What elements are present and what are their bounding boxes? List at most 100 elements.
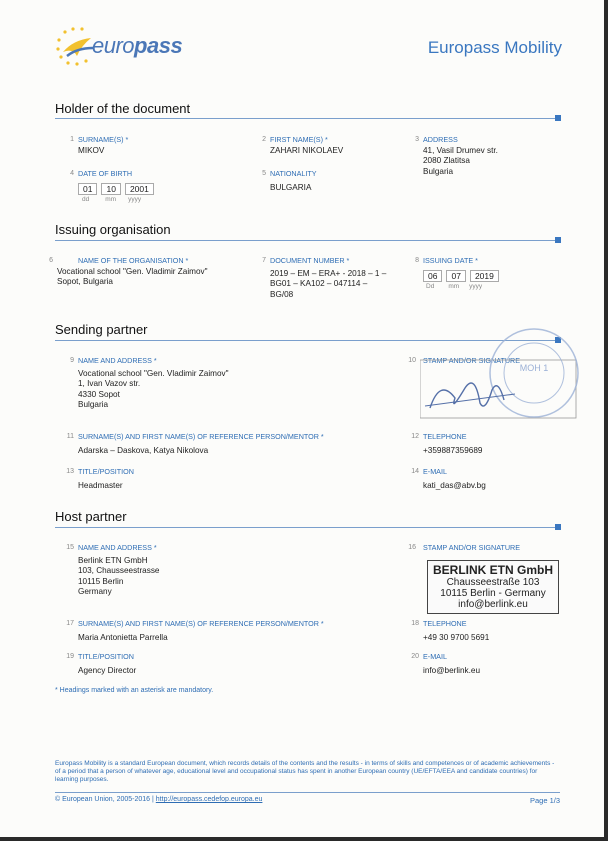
field-label: TELEPHONE (423, 619, 467, 628)
section-title-host: Host partner (55, 509, 127, 524)
footer-description: Europass Mobility is a standard European… (55, 760, 555, 783)
field-value: ZAHARI NIKOLAEV (270, 145, 344, 155)
field-label: DATE OF BIRTH (78, 169, 133, 178)
field-label: NAME AND ADDRESS * (78, 356, 157, 365)
field-number: 13 (66, 468, 74, 475)
section-title-issuing: Issuing organisation (55, 222, 171, 237)
date-caption: mm (105, 196, 117, 203)
field-value: info@berlink.eu (423, 665, 481, 675)
field-value: kati_das@abv.bg (423, 480, 486, 490)
field-label: SURNAME(S) AND FIRST NAME(S) OF REFERENC… (78, 619, 324, 628)
rule-marker (555, 115, 561, 121)
field-number: 3 (415, 136, 419, 143)
field-label: ISSUING DATE * (423, 256, 478, 265)
school-stamp-signature-icon: МОН 1 (420, 328, 579, 419)
mandatory-footnote: * Headings marked with an asterisk are m… (55, 687, 214, 694)
field-sending-name-address: 9 NAME AND ADDRESS * Vocational school "… (56, 356, 229, 411)
field-number: 1 (70, 136, 74, 143)
field-value: Vocational school "Gen. Vladimir Zaimov"… (57, 266, 208, 287)
field-number: 16 (408, 544, 416, 551)
field-label: TELEPHONE (423, 432, 467, 441)
field-value: Agency Director (78, 665, 137, 675)
stamp-city: 10115 Berlin - Germany (440, 588, 546, 599)
field-document-number: 7 DOCUMENT NUMBER * 2019 – EM – ERA+ - 2… (248, 256, 386, 300)
field-label: SURNAME(S) * (78, 135, 129, 144)
date-day: 06 (423, 269, 443, 282)
field-number: 18 (411, 620, 419, 627)
date-month: 10 (101, 182, 121, 195)
field-number: 14 (411, 468, 419, 475)
field-label: DOCUMENT NUMBER * (270, 256, 350, 265)
section-rule (55, 524, 561, 530)
footer-copyright: © European Union, 2005-2016 | http://eur… (55, 796, 262, 803)
field-first-name: 2 FIRST NAME(S) * ZAHARI NIKOLAEV (248, 135, 343, 156)
field-host-phone: 18 TELEPHONE +49 30 9700 5691 (401, 619, 489, 643)
field-nationality: 5 NATIONALITY BULGARIA (248, 169, 317, 193)
date-year: 2019 (469, 269, 499, 282)
section-rule (55, 237, 561, 243)
section-title-sending: Sending partner (55, 322, 148, 337)
field-sending-phone: 12 TELEPHONE +359887359689 (401, 432, 482, 456)
europass-link[interactable]: http://europass.cedefop.europa.eu (156, 796, 263, 803)
field-host-email: 20 E-MAIL info@berlink.eu (401, 652, 480, 676)
field-value: Adarska – Daskova, Katya Nikolova (78, 445, 209, 455)
field-label: E-MAIL (423, 467, 447, 476)
rule-marker (555, 237, 561, 243)
page-number: Page 1/3 (529, 796, 560, 805)
field-value: BULGARIA (270, 182, 312, 192)
field-sending-position: 13 TITLE/POSITION Headmaster (56, 467, 134, 491)
field-number: 17 (66, 620, 74, 627)
section-title-holder: Holder of the document (55, 101, 191, 116)
field-number: 7 (262, 257, 266, 264)
copyright-text: © European Union, 2005-2016 | (55, 796, 156, 803)
field-label: NAME OF THE ORGANISATION * (78, 256, 189, 265)
company-stamp: BERLINK ETN GmbH Chausseestraße 103 1011… (427, 560, 559, 614)
date-caption: dd (82, 196, 90, 203)
logo-wordmark: europass (92, 33, 183, 58)
date-caption: Dd (426, 283, 435, 290)
field-host-mentor: 17 SURNAME(S) AND FIRST NAME(S) OF REFER… (56, 619, 324, 643)
field-label: E-MAIL (423, 652, 447, 661)
field-number: 19 (66, 653, 74, 660)
field-value: 2019 – EM – ERA+ - 2018 – 1 – BG01 – KA1… (270, 268, 387, 299)
field-number: 12 (411, 433, 419, 440)
footer-rule (55, 792, 560, 793)
field-value: 41, Vasil Drumev str. 2080 Zlatitsa Bulg… (423, 145, 498, 176)
field-number: 4 (70, 170, 74, 177)
field-value: Berlink ETN GmbH 103, Chausseestrasse 10… (78, 555, 160, 597)
field-host-stamp: 16 STAMP AND/OR SIGNATURE (398, 543, 520, 554)
document-page: europass Europass Mobility Holder of the… (0, 0, 608, 841)
field-surname: 1 SURNAME(S) * MIKOV (56, 135, 128, 156)
field-date-of-birth: 4 DATE OF BIRTH 01 10 2001 dd mm yyyy (56, 169, 158, 206)
field-value: Vocational school "Gen. Vladimir Zaimov"… (78, 368, 229, 410)
field-issuing-date: 8 ISSUING DATE * 06 07 2019 Dd mm yyyy (401, 256, 503, 293)
field-number: 15 (66, 544, 74, 551)
field-number: 6 (49, 257, 53, 264)
field-value: +49 30 9700 5691 (423, 632, 490, 642)
date-caption: mm (448, 283, 460, 290)
date-year: 2001 (124, 182, 154, 195)
field-value: Headmaster (78, 480, 123, 490)
field-number: 11 (66, 433, 74, 440)
field-number: 9 (70, 357, 74, 364)
document-title: Europass Mobility (427, 38, 562, 57)
field-label: TITLE/POSITION (78, 652, 134, 661)
field-value: MIKOV (78, 145, 105, 155)
stamp-company-name: BERLINK ETN GmbH (433, 563, 553, 577)
field-label: STAMP AND/OR SIGNATURE (423, 543, 521, 552)
field-number: 5 (262, 170, 266, 177)
field-number: 2 (262, 136, 266, 143)
field-organisation: 6 NAME OF THE ORGANISATION * Vocational … (35, 256, 208, 288)
stamp-street: Chausseestraße 103 (446, 577, 540, 588)
field-number: 10 (408, 357, 416, 364)
field-host-name-address: 15 NAME AND ADDRESS * Berlink ETN GmbH 1… (56, 543, 159, 598)
field-address: 3 ADDRESS 41, Vasil Drumev str. 2080 Zla… (401, 135, 498, 177)
field-sending-mentor: 11 SURNAME(S) AND FIRST NAME(S) OF REFER… (56, 432, 324, 456)
rule-marker (555, 524, 561, 530)
field-label: NAME AND ADDRESS * (78, 543, 157, 552)
date-caption: yyyy (469, 283, 483, 290)
stamp-email: info@berlink.eu (458, 599, 528, 610)
field-value: Maria Antonietta Parrella (78, 632, 168, 642)
field-label: NATIONALITY (270, 169, 317, 178)
stamp-center-text: МОН 1 (520, 363, 549, 373)
